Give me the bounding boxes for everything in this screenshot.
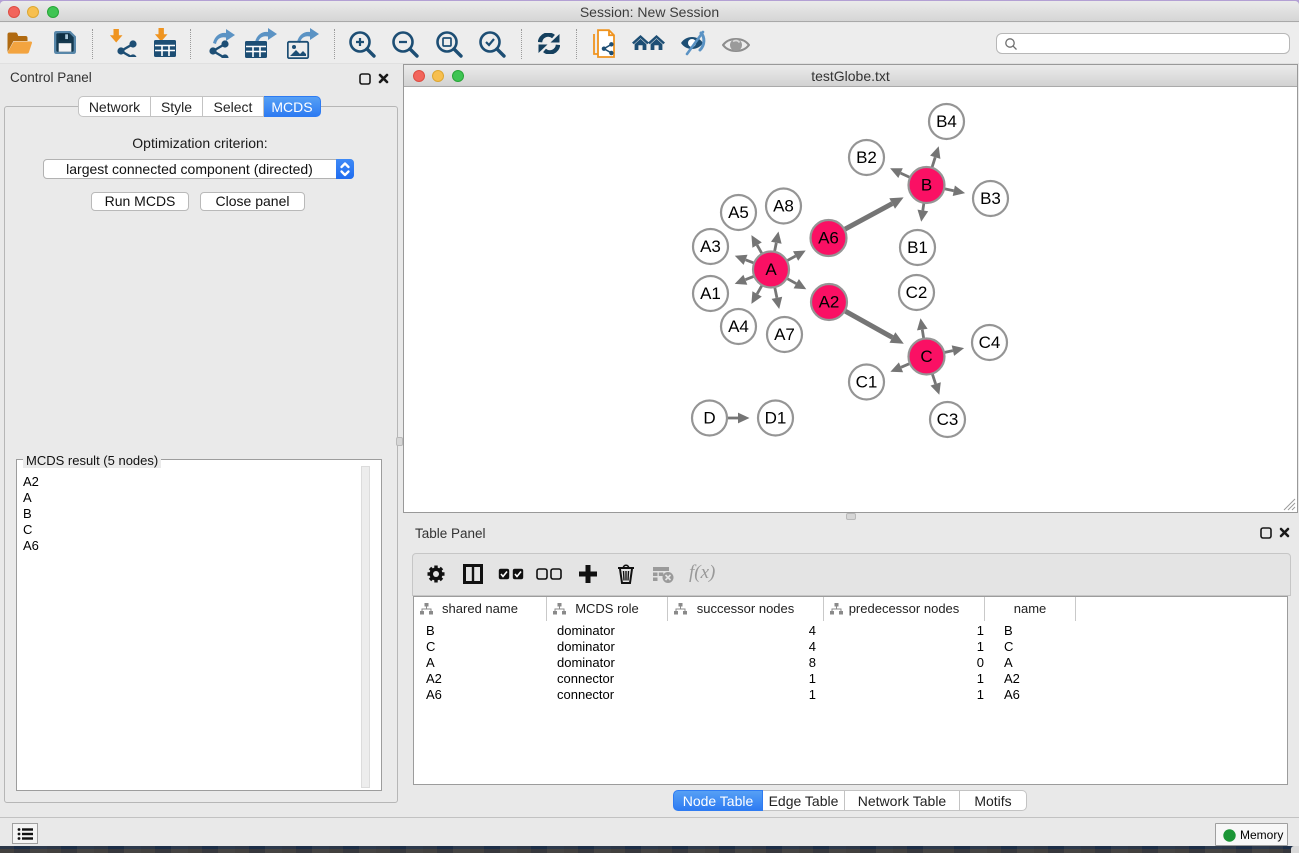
svg-text:A8: A8 [773,197,794,216]
svg-text:A7: A7 [774,325,795,344]
svg-text:C: C [920,347,932,366]
svg-text:B: B [921,176,932,195]
svg-text:A6: A6 [818,229,839,248]
svg-text:B1: B1 [907,238,928,257]
svg-text:A1: A1 [700,284,721,303]
svg-text:A5: A5 [728,203,749,222]
svg-text:B3: B3 [980,189,1001,208]
svg-text:B4: B4 [936,112,957,131]
svg-text:A4: A4 [728,317,749,336]
svg-text:C1: C1 [856,373,878,392]
svg-text:A3: A3 [700,237,721,256]
svg-text:A: A [765,260,777,279]
svg-text:D: D [703,409,715,428]
svg-text:C2: C2 [906,283,928,302]
svg-text:D1: D1 [765,409,787,428]
svg-text:C4: C4 [979,333,1001,352]
svg-text:A2: A2 [819,293,840,312]
svg-text:B2: B2 [856,148,877,167]
svg-text:C3: C3 [937,410,959,429]
